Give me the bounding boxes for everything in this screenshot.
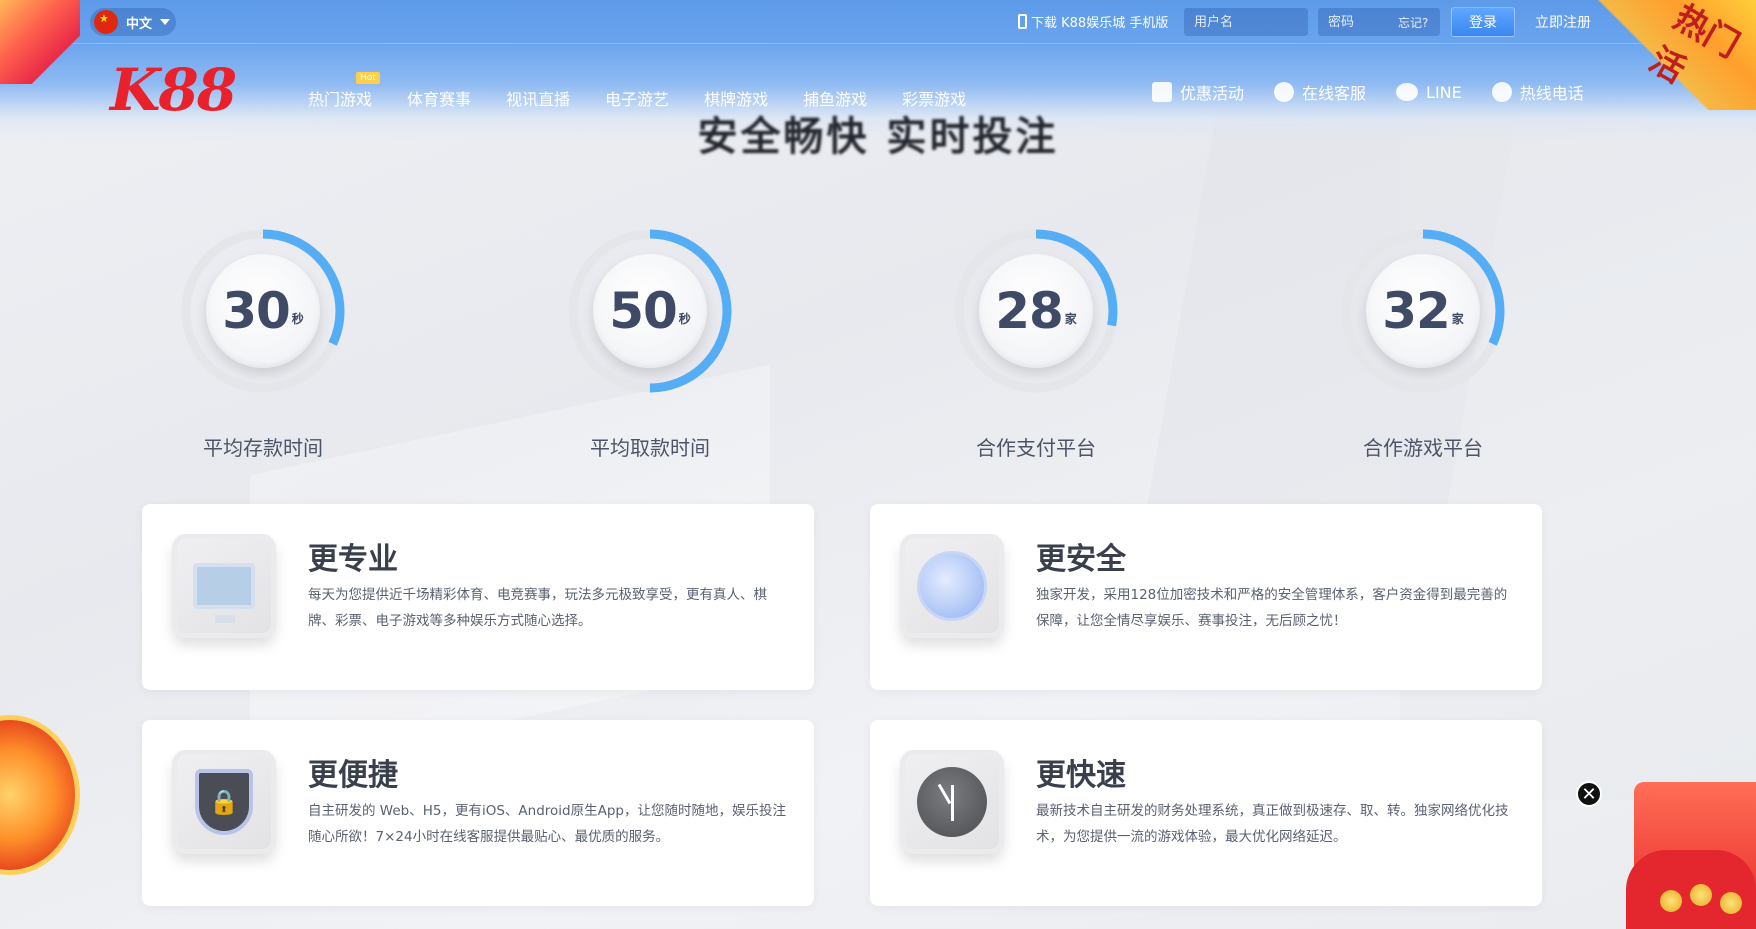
china-flag-icon xyxy=(94,10,118,34)
feature-card-convenient: 🔒 更便捷 自主研发的 Web、H5，更有iOS、Android原生App，让您… xyxy=(142,720,814,906)
stat-unit: 家 xyxy=(1064,311,1077,326)
customer-service-label: 在线客服 xyxy=(1302,84,1367,103)
card-description: 自主研发的 Web、H5，更有iOS、Android原生App，让您随时随地，娱… xyxy=(308,803,786,845)
card-description: 每天为您提供近千场精彩体育、电竞赛事，玩法多元极致享受，更有真人、棋牌、彩票、电… xyxy=(308,587,767,629)
lucky-wheel-widget[interactable] xyxy=(0,715,80,875)
promotions-label: 优惠活动 xyxy=(1180,84,1245,103)
stat-label: 合作游戏平台 xyxy=(1363,436,1483,460)
left-corner-banner[interactable] xyxy=(0,0,80,84)
feature-card-professional: 更专业 每天为您提供近千场精彩体育、电竞赛事，玩法多元极致享受，更有真人、棋牌、… xyxy=(142,504,814,690)
phone-icon xyxy=(1491,82,1512,102)
stat-game-partners: 32 家 合作游戏平台 xyxy=(1338,226,1508,461)
stat-unit: 秒 xyxy=(678,311,691,326)
coin-icon xyxy=(1660,890,1682,912)
promotions-link[interactable]: 优惠活动 xyxy=(1152,80,1244,104)
card-title: 更快速 xyxy=(1036,758,1126,793)
feature-card-fast: 更快速 最新技术自主研发的财务处理系统，真正做到极速存、取、转。独家网络优化技术… xyxy=(870,720,1542,906)
coin-icon xyxy=(1690,884,1712,906)
hot-badge: Hot xyxy=(356,72,380,84)
page-headline: 安全畅快 实时投注 xyxy=(697,114,1059,160)
shield-lock-icon: 🔒 xyxy=(172,750,276,854)
stat-disc: 30 秒 xyxy=(206,254,320,368)
username-input[interactable] xyxy=(1184,8,1308,36)
card-title: 更专业 xyxy=(308,542,398,577)
stat-ring: 50 秒 xyxy=(565,226,735,396)
line-icon xyxy=(1396,83,1419,101)
card-description: 最新技术自主研发的财务处理系统，真正做到极速存、取、转。独家网络优化技术，为您提… xyxy=(1036,803,1509,845)
card-title: 更安全 xyxy=(1036,542,1126,577)
mobile-phone-icon xyxy=(1018,14,1027,29)
feature-card-secure: 更安全 独家开发，采用128位加密技术和严格的安全管理体系，客户资金得到最完善的… xyxy=(870,504,1542,690)
stat-ring: 32 家 xyxy=(1338,226,1508,396)
monitor-icon xyxy=(172,534,276,638)
stat-value: 32 xyxy=(1382,282,1451,340)
stat-ring: 28 家 xyxy=(951,226,1121,396)
stat-value: 28 xyxy=(995,282,1064,340)
stat-unit: 家 xyxy=(1451,311,1464,326)
close-icon[interactable]: ✕ xyxy=(1576,781,1602,807)
customer-service-link[interactable]: 在线客服 xyxy=(1274,80,1366,104)
language-selector[interactable]: 中文 xyxy=(90,8,176,36)
stat-disc: 28 家 xyxy=(979,254,1093,368)
orb-icon xyxy=(900,534,1004,638)
stat-withdraw-time: 50 秒 平均取款时间 xyxy=(565,226,735,461)
card-description: 独家开发，采用128位加密技术和严格的安全管理体系，客户资金得到最完善的保障，让… xyxy=(1036,587,1508,629)
stat-value: 50 xyxy=(609,282,678,340)
stat-disc: 32 家 xyxy=(1366,254,1480,368)
coin-icon xyxy=(1720,892,1742,914)
stat-deposit-time: 30 秒 平均存款时间 xyxy=(178,226,348,461)
stat-label: 平均存款时间 xyxy=(203,436,323,460)
download-label: 下载 K88娱乐城 手机版 xyxy=(1031,16,1169,31)
line-link[interactable]: LINE xyxy=(1396,83,1462,102)
stat-ring: 30 秒 xyxy=(178,226,348,396)
forgot-password-link[interactable]: 忘记? xyxy=(1398,14,1428,31)
login-button[interactable]: 登录 xyxy=(1451,7,1515,37)
utility-nav: 优惠活动 在线客服 LINE 热线电话 xyxy=(1152,80,1614,104)
stat-payment-partners: 28 家 合作支付平台 xyxy=(951,226,1121,461)
hotline-label: 热线电话 xyxy=(1519,84,1584,103)
gift-icon xyxy=(1152,82,1172,102)
language-label: 中文 xyxy=(126,16,153,32)
hotline-link[interactable]: 热线电话 xyxy=(1491,80,1584,104)
download-app-link[interactable]: 下载 K88娱乐城 手机版 xyxy=(1018,12,1168,31)
stat-unit: 秒 xyxy=(291,311,304,326)
stat-label: 平均取款时间 xyxy=(590,436,710,460)
stat-disc: 50 秒 xyxy=(593,254,707,368)
clock-icon xyxy=(900,750,1004,854)
stat-label: 合作支付平台 xyxy=(976,436,1096,460)
headset-icon xyxy=(1274,82,1295,102)
chevron-down-icon xyxy=(160,19,171,25)
top-bar: 中文 下载 K88娱乐城 手机版 忘记? 登录 立即注册 xyxy=(0,0,1756,44)
line-label: LINE xyxy=(1426,82,1462,102)
stat-value: 30 xyxy=(222,282,291,340)
card-title: 更便捷 xyxy=(308,758,398,793)
